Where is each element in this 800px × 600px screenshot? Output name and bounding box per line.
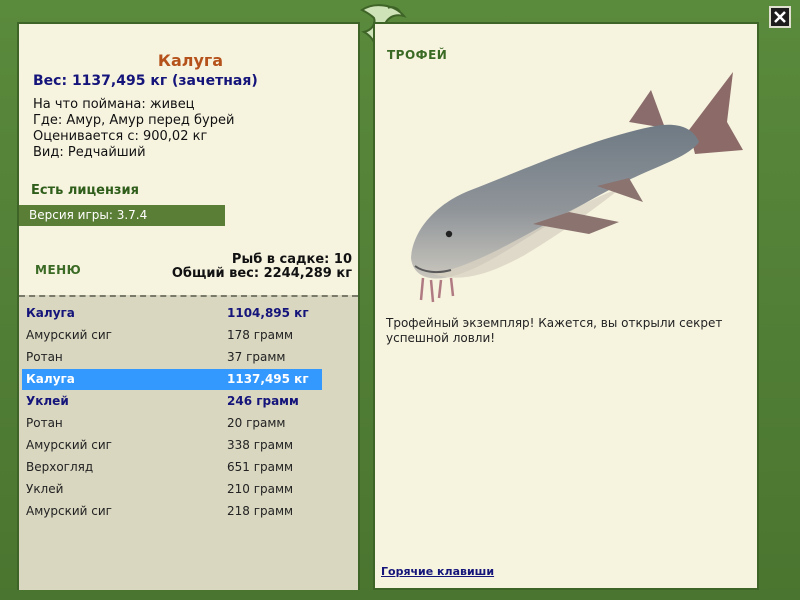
fish-count: Рыб в садке: 10: [231, 252, 352, 267]
trophy-description: Трофейный экземпляр! Кажется, вы открыли…: [386, 316, 723, 345]
close-icon: [774, 11, 786, 23]
catch-fish-weight: 651 грамм: [227, 460, 294, 474]
hotkeys-link[interactable]: Горячие клавиши: [381, 565, 494, 578]
close-button[interactable]: [769, 6, 791, 28]
fish-rarity: Вид: Редчайший: [33, 145, 146, 160]
license-status: Есть лицензия: [31, 183, 139, 198]
catch-fish-weight: 178 грамм: [227, 328, 294, 342]
kaluga-fish-image: [411, 72, 743, 303]
catch-list-row[interactable]: Уклей 210 грамм: [22, 479, 322, 500]
fish-info-panel: Калуга Вес: 1137,495 кг (зачетная) На чт…: [17, 22, 360, 590]
catch-fish-weight: 1137,495 кг: [227, 372, 309, 386]
catch-fish-weight: 37 грамм: [227, 350, 286, 364]
catch-list: Калуга 1104,895 кг Амурский сиг 178 грамм Ро…: [19, 295, 358, 590]
catch-list-row[interactable]: Уклей 246 грамм: [22, 391, 322, 412]
catch-fish-weight: 338 грамм: [227, 438, 294, 452]
fish-valuation: Оценивается с: 900,02 кг: [33, 129, 208, 144]
total-weight: Общий вес: 2244,289 кг: [171, 266, 352, 281]
catch-list-row[interactable]: Ротан 37 грамм: [22, 347, 322, 368]
catch-list-row[interactable]: Амурский сиг 338 грамм: [22, 435, 322, 456]
catch-list-row[interactable]: Калуга 1137,495 кг: [22, 369, 322, 390]
trophy-panel: ТРОФЕЙ Трофейный экземпляр! Кажется, вы …: [373, 22, 759, 590]
fish-location: Где: Амур, Амур перед бурей: [33, 113, 235, 128]
catch-fish-name: Уклей: [26, 394, 69, 408]
catch-fish-weight: 1104,895 кг: [227, 306, 309, 320]
menu-button[interactable]: МЕНЮ: [35, 263, 81, 277]
catch-list-row[interactable]: Амурский сиг 218 грамм: [22, 501, 322, 522]
catch-fish-name: Калуга: [26, 306, 75, 320]
fish-weight: Вес: 1137,495 кг (зачетная): [33, 73, 258, 89]
game-version: Версия игры: 3.7.4: [19, 205, 225, 226]
fish-bait: На что поймана: живец: [33, 97, 195, 112]
catch-list-row[interactable]: Ротан 20 грамм: [22, 413, 322, 434]
catch-fish-name: Верхогляд: [26, 460, 94, 474]
catch-fish-name: Амурский сиг: [26, 438, 112, 452]
fish-title: Калуга: [157, 51, 224, 70]
catch-fish-name: Уклей: [26, 482, 64, 496]
catch-fish-weight: 246 грамм: [227, 394, 299, 408]
catch-list-row[interactable]: Верхогляд 651 грамм: [22, 457, 322, 478]
catch-fish-name: Калуга: [26, 372, 75, 386]
catch-fish-weight: 218 грамм: [227, 504, 294, 518]
catch-list-row[interactable]: Калуга 1104,895 кг: [22, 303, 322, 324]
catch-fish-weight: 20 грамм: [227, 416, 286, 430]
catch-fish-weight: 210 грамм: [227, 482, 294, 496]
catch-fish-name: Ротан: [26, 350, 63, 364]
catch-fish-name: Амурский сиг: [26, 328, 112, 342]
game-window-frame: Калуга Вес: 1137,495 кг (зачетная) На чт…: [0, 0, 800, 600]
catch-fish-name: Амурский сиг: [26, 504, 112, 518]
catch-fish-name: Ротан: [26, 416, 63, 430]
catch-list-row[interactable]: Амурский сиг 178 грамм: [22, 325, 322, 346]
keepnet-stats: Рыб в садке: 10 Общий вес: 2244,289 кг: [172, 253, 352, 281]
